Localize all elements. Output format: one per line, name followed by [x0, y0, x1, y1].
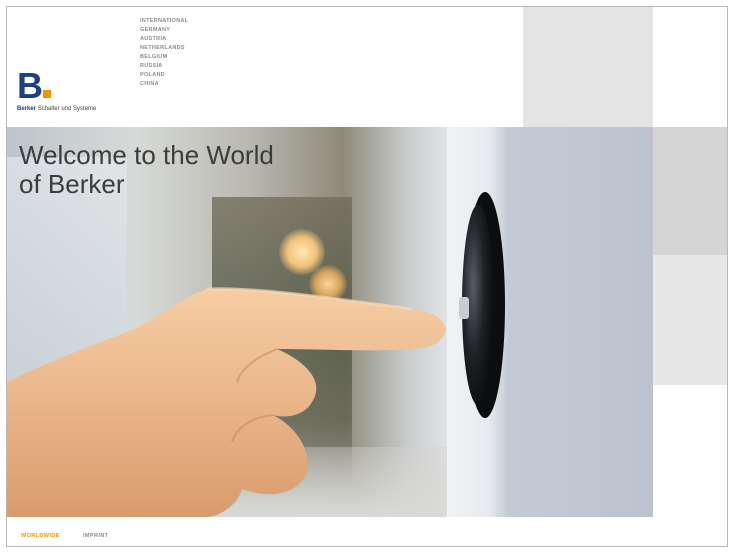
- decor-tile-corner: [653, 7, 727, 127]
- decor-tile-right-3: [653, 385, 727, 546]
- hero-title-line-1: Welcome to the World: [19, 140, 274, 170]
- hero-image[interactable]: Welcome to the World of Berker: [7, 127, 653, 517]
- country-link-germany[interactable]: GERMANY: [140, 26, 188, 35]
- country-link-netherlands[interactable]: NETHERLANDS: [140, 44, 188, 53]
- country-link-belgium[interactable]: BELGIUM: [140, 53, 188, 62]
- decor-tile-top: [523, 7, 653, 127]
- country-link-russia[interactable]: RUSSIA: [140, 62, 188, 71]
- country-link-austria[interactable]: AUSTRIA: [140, 35, 188, 44]
- header: B Berker Schalter und Systeme INTERNATIO…: [7, 7, 523, 127]
- hero-title-line-2: of Berker: [19, 169, 125, 199]
- country-link-poland[interactable]: POLAND: [140, 71, 188, 80]
- decor-tile-right-1: [653, 127, 727, 255]
- logo-tagline: Schalter und Systeme: [37, 106, 97, 112]
- country-link-international[interactable]: INTERNATIONAL: [140, 17, 188, 26]
- switch-button-icon: [459, 297, 469, 319]
- logo-dot: [43, 90, 51, 98]
- footer-link-imprint[interactable]: IMPRINT: [83, 533, 108, 539]
- berker-logo[interactable]: B: [17, 68, 51, 104]
- footer-nav: WORLDWIDE IMPRINT: [7, 517, 653, 546]
- country-menu: INTERNATIONAL GERMANY AUSTRIA NETHERLAND…: [140, 17, 188, 89]
- logo-brand: Berker: [17, 106, 37, 112]
- footer-link-worldwide[interactable]: WORLDWIDE: [21, 533, 60, 539]
- page-frame: B Berker Schalter und Systeme INTERNATIO…: [6, 6, 728, 547]
- logo-wordmark: Berker Schalter und Systeme: [17, 106, 96, 112]
- hand-icon: [7, 288, 446, 517]
- logo-mark: B: [17, 65, 43, 106]
- decor-tile-right-2: [653, 255, 727, 385]
- country-link-china[interactable]: CHINA: [140, 80, 188, 89]
- hero-title: Welcome to the World of Berker: [19, 141, 339, 199]
